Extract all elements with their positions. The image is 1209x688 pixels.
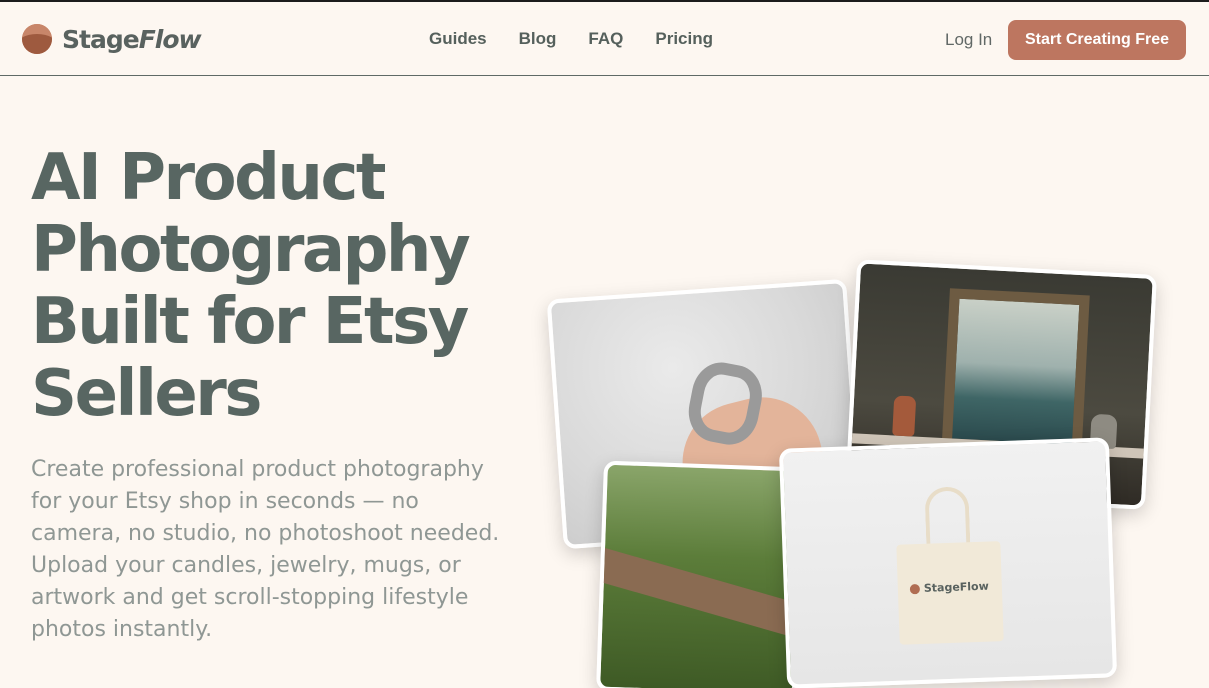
logo-text-stage: Stage — [62, 24, 140, 54]
tote-logo: StageFlow — [909, 579, 990, 596]
nav-link-guides[interactable]: Guides — [429, 29, 487, 49]
main-nav: Guides Blog FAQ Pricing — [429, 29, 745, 49]
tote-logo-text: StageFlow — [923, 579, 990, 595]
tote-bag-photo: StageFlow — [778, 437, 1118, 688]
tote-logo-icon — [909, 583, 921, 594]
vase — [892, 395, 917, 437]
hero-subtitle: Create professional product photography … — [31, 457, 500, 642]
picture-frame — [941, 288, 1090, 456]
logo[interactable]: StageFlow — [22, 22, 202, 56]
login-link[interactable]: Log In — [945, 30, 992, 50]
nav-link-blog[interactable]: Blog — [519, 29, 557, 49]
tote-bag: StageFlow — [896, 541, 1004, 645]
hero-title: AI Product Photography Built for Etsy Se… — [31, 141, 471, 431]
logo-wordmark: StageFlow — [62, 24, 202, 54]
bench-plank — [596, 547, 804, 644]
site-header: StageFlow Guides Blog FAQ Pricing Log In… — [0, 2, 1209, 76]
start-creating-button[interactable]: Start Creating Free — [1008, 20, 1186, 60]
logo-icon — [22, 24, 52, 54]
logo-text-flow: Flow — [138, 24, 202, 54]
nav-link-faq[interactable]: FAQ — [588, 29, 623, 49]
nav-link-pricing[interactable]: Pricing — [655, 29, 713, 49]
bench-product-photo — [596, 460, 804, 688]
tote-handle — [924, 486, 971, 550]
